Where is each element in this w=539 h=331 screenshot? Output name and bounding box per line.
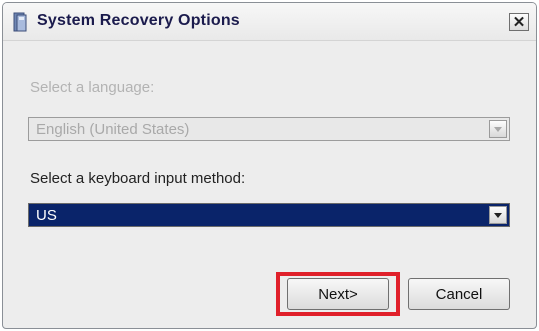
keyboard-input-label: Select a keyboard input method: (30, 170, 246, 187)
close-icon: ✕ (512, 13, 526, 31)
window-title: System Recovery Options (37, 12, 240, 29)
next-button[interactable]: Next> (287, 278, 389, 310)
recovery-app-icon (13, 12, 27, 32)
keyboard-input-select[interactable]: US (28, 203, 510, 227)
close-button[interactable]: ✕ (509, 13, 529, 31)
language-dropdown-button (489, 120, 507, 138)
system-recovery-dialog: System Recovery Options ✕ Select a langu… (2, 2, 537, 329)
language-select-value: English (United States) (36, 121, 190, 138)
chevron-down-icon (494, 212, 502, 218)
language-label: Select a language: (30, 79, 155, 96)
keyboard-input-select-value: US (36, 207, 57, 224)
language-select: English (United States) (28, 117, 510, 141)
dialog-content: Select a language: English (United State… (3, 41, 536, 328)
chevron-down-icon (494, 126, 502, 132)
title-bar[interactable]: System Recovery Options ✕ (3, 3, 536, 41)
keyboard-dropdown-button[interactable] (489, 206, 507, 224)
cancel-button[interactable]: Cancel (408, 278, 510, 310)
